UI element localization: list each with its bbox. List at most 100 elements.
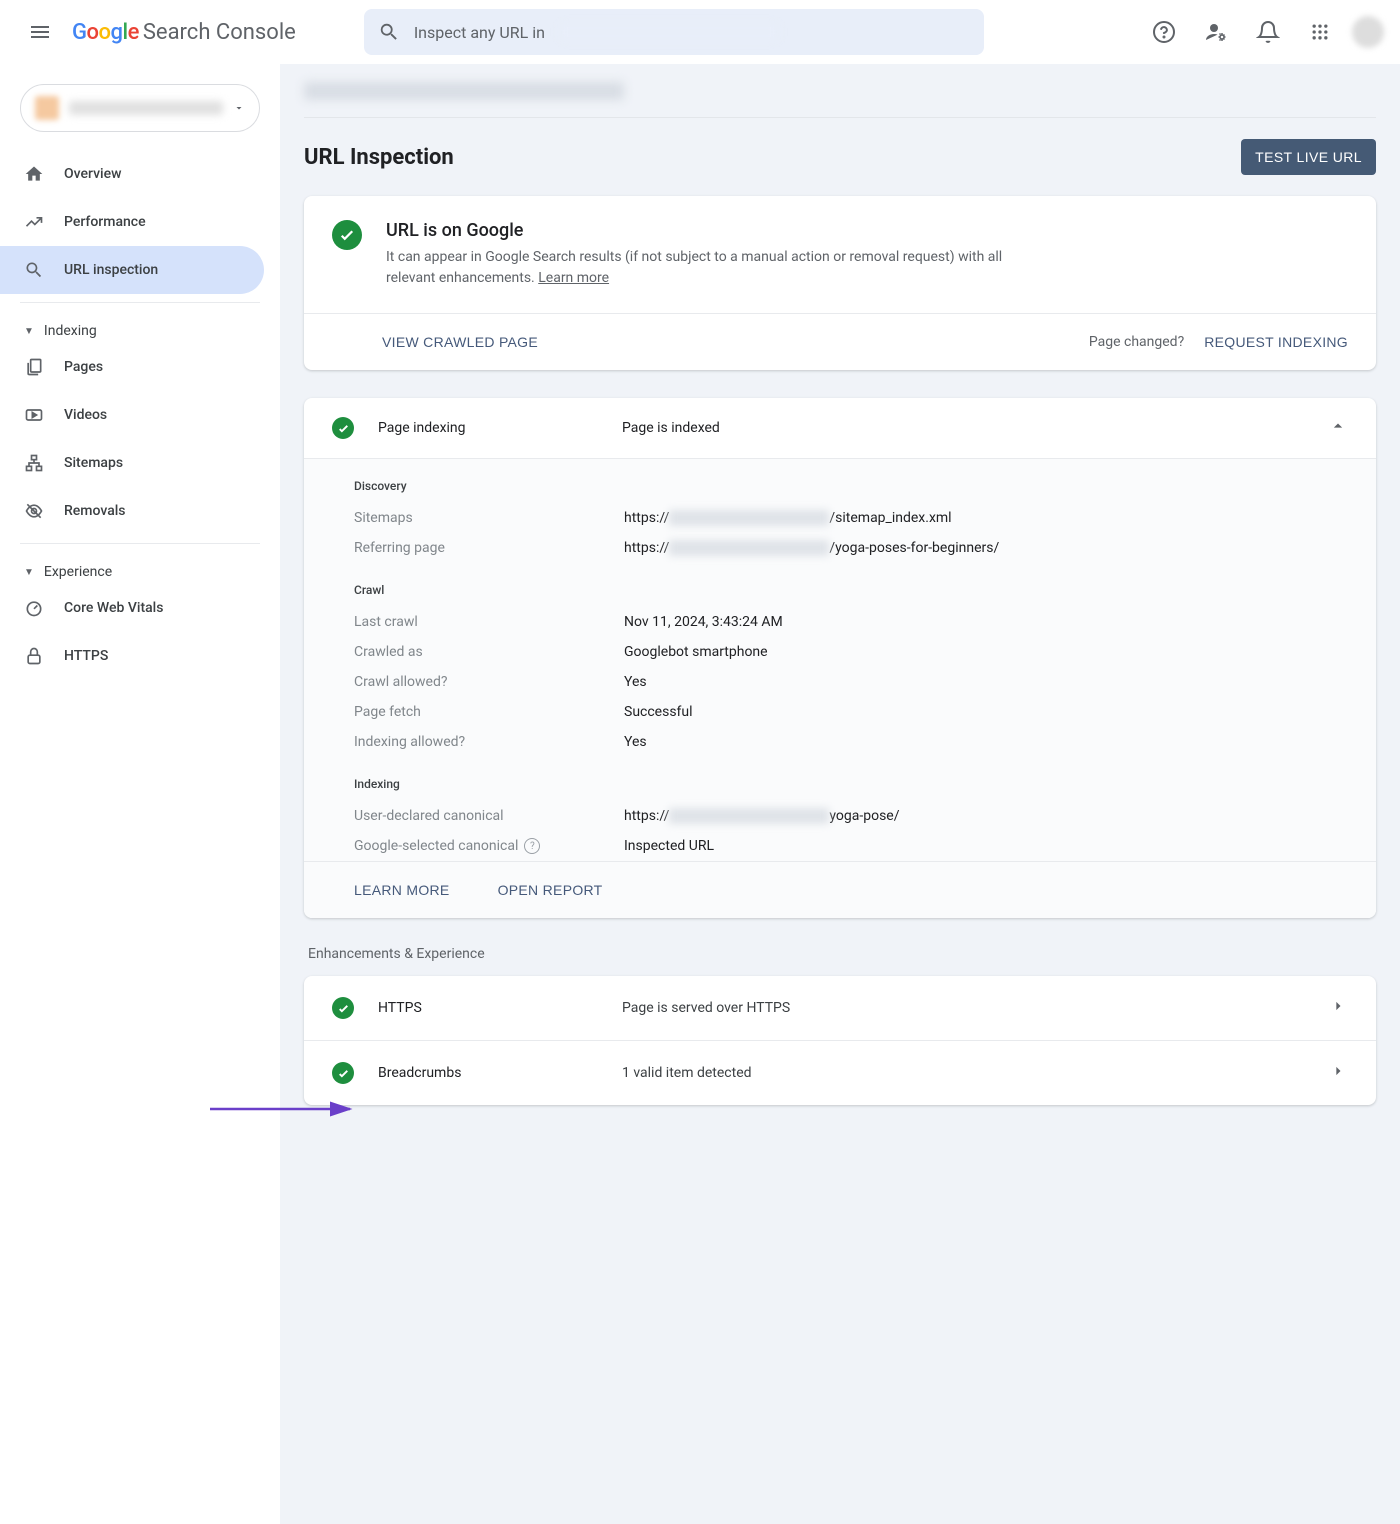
section-label: Indexing bbox=[44, 323, 97, 339]
section-discovery-title: Discovery bbox=[304, 459, 1376, 503]
success-check-icon bbox=[332, 997, 354, 1019]
sidebar-item-overview[interactable]: Overview bbox=[0, 150, 264, 198]
request-indexing-button[interactable]: REQUEST INDEXING bbox=[1204, 328, 1348, 356]
hamburger-icon bbox=[28, 20, 52, 44]
collapse-triangle-icon: ▼ bbox=[24, 326, 34, 337]
sidebar-item-sitemaps[interactable]: Sitemaps bbox=[0, 439, 264, 487]
sidebar-section-indexing[interactable]: ▼ Indexing bbox=[0, 311, 280, 343]
sidebar-label: HTTPS bbox=[64, 648, 108, 664]
google-logo: Google bbox=[72, 20, 139, 45]
sidebar-label: Performance bbox=[64, 214, 146, 230]
sidebar-label: Overview bbox=[64, 166, 121, 182]
section-label: Experience bbox=[44, 564, 112, 580]
lock-icon bbox=[24, 646, 44, 666]
main-content: URL Inspection TEST LIVE URL URL is on G… bbox=[280, 64, 1400, 1524]
sidebar-item-removals[interactable]: Removals bbox=[0, 487, 264, 535]
status-subtitle: It can appear in Google Search results (… bbox=[386, 247, 1046, 289]
redacted-url bbox=[304, 82, 624, 100]
page-indexing-card: Page indexing Page is indexed Discovery … bbox=[304, 398, 1376, 918]
accordion-body: Discovery Sitemapshttps:///sitemap_index… bbox=[304, 458, 1376, 918]
open-report-button[interactable]: OPEN REPORT bbox=[498, 876, 603, 904]
chevron-up-icon bbox=[1328, 416, 1348, 440]
section-indexing-title: Indexing bbox=[304, 757, 1376, 801]
home-icon bbox=[24, 164, 44, 184]
kv-row: Crawl allowed?Yes bbox=[304, 667, 1376, 697]
divider bbox=[20, 302, 260, 303]
section-crawl-title: Crawl bbox=[304, 563, 1376, 607]
page-indexing-toggle[interactable]: Page indexing Page is indexed bbox=[304, 398, 1376, 458]
bell-icon bbox=[1256, 20, 1280, 44]
search-icon bbox=[378, 21, 400, 43]
accordion-label: Page indexing bbox=[378, 420, 598, 436]
kv-row: Last crawlNov 11, 2024, 3:43:24 AM bbox=[304, 607, 1376, 637]
trend-icon bbox=[24, 212, 44, 232]
product-name: Search Console bbox=[143, 20, 296, 45]
apps-grid-icon bbox=[1310, 22, 1330, 42]
enhancement-row[interactable]: HTTPSPage is served over HTTPS bbox=[304, 976, 1376, 1040]
sidebar-label: Sitemaps bbox=[64, 455, 123, 471]
url-search-bar[interactable]: Inspect any URL in bbox=[364, 9, 984, 55]
view-crawled-page-button[interactable]: VIEW CRAWLED PAGE bbox=[382, 328, 538, 356]
logo: Google Search Console bbox=[72, 20, 296, 45]
accordion-value: Page is indexed bbox=[622, 420, 1304, 436]
enhancement-row[interactable]: Breadcrumbs1 valid item detected bbox=[304, 1040, 1376, 1105]
search-icon bbox=[24, 260, 44, 280]
status-title: URL is on Google bbox=[386, 220, 1046, 241]
video-icon bbox=[24, 405, 44, 425]
sidebar-item-https[interactable]: HTTPS bbox=[0, 632, 264, 680]
eye-off-icon bbox=[24, 501, 44, 521]
breadcrumb bbox=[304, 64, 1376, 118]
help-button[interactable] bbox=[1144, 12, 1184, 52]
search-placeholder: Inspect any URL in bbox=[414, 23, 545, 42]
apps-button[interactable] bbox=[1300, 12, 1340, 52]
sidebar-label: Videos bbox=[64, 407, 107, 423]
help-icon bbox=[1152, 20, 1176, 44]
divider bbox=[20, 543, 260, 544]
enhancements-title: Enhancements & Experience bbox=[308, 946, 1376, 962]
page-title: URL Inspection bbox=[304, 145, 454, 170]
page-changed-text: Page changed? bbox=[1089, 334, 1184, 350]
sidebar-label: Core Web Vitals bbox=[64, 600, 163, 616]
sidebar: Overview Performance URL inspection ▼ Ind… bbox=[0, 64, 280, 1524]
sidebar-label: Removals bbox=[64, 503, 126, 519]
sitemap-icon bbox=[24, 453, 44, 473]
redacted-domain bbox=[559, 23, 779, 41]
chevron-down-icon bbox=[233, 102, 245, 114]
main-menu-button[interactable] bbox=[16, 8, 64, 56]
kv-user-canonical: User-declared canonical https://yoga-pos… bbox=[304, 801, 1376, 831]
sidebar-item-videos[interactable]: Videos bbox=[0, 391, 264, 439]
property-selector[interactable] bbox=[20, 84, 260, 132]
learn-more-button[interactable]: LEARN MORE bbox=[354, 876, 450, 904]
pages-icon bbox=[24, 357, 44, 377]
success-check-icon bbox=[332, 220, 362, 250]
learn-more-link[interactable]: Learn more bbox=[538, 270, 609, 286]
redacted-property-name bbox=[69, 101, 223, 115]
help-tooltip-icon[interactable]: ? bbox=[524, 838, 540, 854]
sidebar-item-cwv[interactable]: Core Web Vitals bbox=[0, 584, 264, 632]
kv-google-canonical: Google-selected canonical ?Inspected URL bbox=[304, 831, 1376, 861]
chevron-right-icon bbox=[1328, 996, 1348, 1020]
chevron-right-icon bbox=[1328, 1061, 1348, 1085]
kv-sitemaps: Sitemapshttps:///sitemap_index.xml bbox=[304, 503, 1376, 533]
property-favicon bbox=[35, 96, 59, 120]
status-card: URL is on Google It can appear in Google… bbox=[304, 196, 1376, 370]
sidebar-section-experience[interactable]: ▼Experience bbox=[0, 552, 280, 584]
notifications-button[interactable] bbox=[1248, 12, 1288, 52]
test-live-url-button[interactable]: TEST LIVE URL bbox=[1241, 139, 1376, 175]
kv-row: Crawled asGooglebot smartphone bbox=[304, 637, 1376, 667]
sidebar-item-performance[interactable]: Performance bbox=[0, 198, 264, 246]
kv-referring-page: Referring pagehttps:///yoga-poses-for-be… bbox=[304, 533, 1376, 563]
manage-users-button[interactable] bbox=[1196, 12, 1236, 52]
person-gear-icon bbox=[1204, 20, 1228, 44]
kv-row: Page fetchSuccessful bbox=[304, 697, 1376, 727]
enhancements-card: HTTPSPage is served over HTTPSBreadcrumb… bbox=[304, 976, 1376, 1105]
success-check-icon bbox=[332, 1062, 354, 1084]
app-header: Google Search Console Inspect any URL in bbox=[0, 0, 1400, 64]
sidebar-item-url-inspection[interactable]: URL inspection bbox=[0, 246, 264, 294]
sidebar-item-pages[interactable]: Pages bbox=[0, 343, 264, 391]
kv-row: Indexing allowed?Yes bbox=[304, 727, 1376, 757]
sidebar-label: URL inspection bbox=[64, 262, 158, 278]
account-avatar[interactable] bbox=[1352, 16, 1384, 48]
gauge-icon bbox=[24, 598, 44, 618]
page-header: URL Inspection TEST LIVE URL bbox=[304, 118, 1376, 196]
